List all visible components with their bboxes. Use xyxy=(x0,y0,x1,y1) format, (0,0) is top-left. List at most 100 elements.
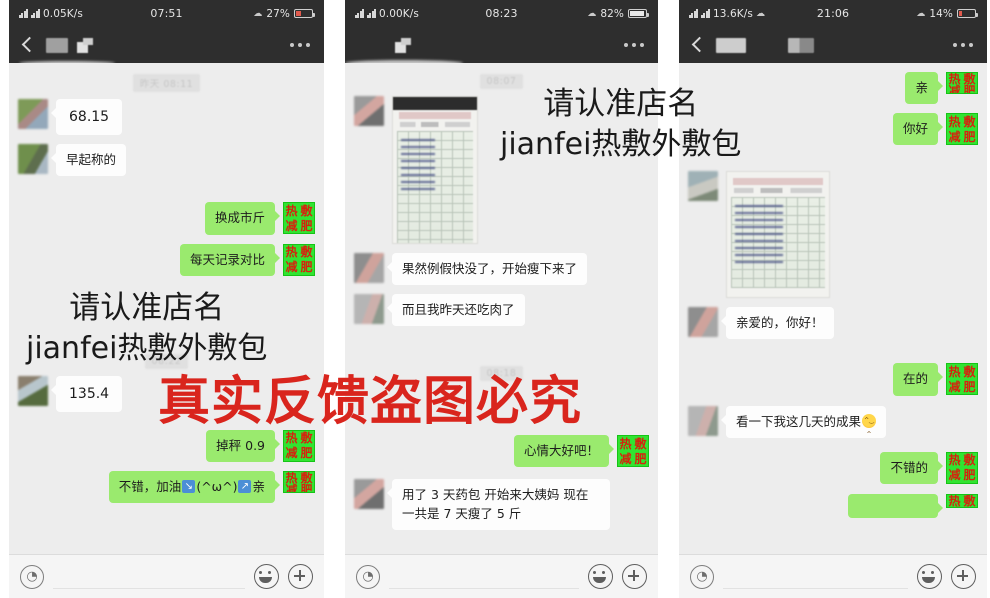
badge-char: 敷 xyxy=(963,453,976,468)
avatar[interactable] xyxy=(354,96,384,126)
bubble-text-middle: (^ω^) xyxy=(196,479,238,495)
avatar-shop-badge[interactable]: 热 敷 减 肥 xyxy=(283,202,315,235)
battery-percent-label: 14% xyxy=(929,7,953,20)
avatar-shop-badge[interactable]: 热 敷 减 肥 xyxy=(283,243,315,276)
message-input-field[interactable] xyxy=(389,564,579,589)
avatar-shop-badge[interactable]: 热 敷 减 肥 xyxy=(946,451,978,484)
message-row: 掉秤 0.9 热 敷 减 肥 xyxy=(18,429,315,463)
add-attachment-icon[interactable] xyxy=(622,564,647,589)
photo-table-grid xyxy=(397,131,473,243)
avatar-shop-badge[interactable]: 热 敷 减 肥 xyxy=(946,113,978,146)
status-bar: 0.05K/s 07:51 ☁ 27% xyxy=(9,0,324,27)
badge-char: 敷 xyxy=(963,114,976,129)
message-bubble[interactable]: 早起称的 xyxy=(50,144,127,177)
avatar-shop-badge[interactable]: 热 敷 减 肥 xyxy=(946,72,978,94)
back-chevron-icon[interactable] xyxy=(21,36,34,54)
message-bubble[interactable]: 亲 xyxy=(905,72,943,105)
avatar-shop-badge[interactable]: 热 敷 减 肥 xyxy=(946,363,978,396)
message-input-bar: ◔ xyxy=(345,554,658,598)
message-bubble[interactable]: 换成市斤 xyxy=(204,202,281,235)
message-row: 135.4 xyxy=(18,375,315,412)
badge-char: 肥 xyxy=(963,84,976,94)
more-options-icon[interactable] xyxy=(953,43,973,47)
message-list[interactable]: 昨天 08:11 68.15 早起称的 换成市斤 热 敷 减 肥 每天记录对比 xyxy=(9,63,324,598)
badge-char: 敷 xyxy=(300,203,313,218)
message-input-field[interactable] xyxy=(53,564,245,589)
badge-char: 减 xyxy=(619,451,632,466)
signal-bars-icon xyxy=(355,9,364,18)
panel-left-edge xyxy=(336,0,345,598)
group-badge-icon xyxy=(77,37,93,53)
message-bubble[interactable]: 掉秤 0.9 xyxy=(206,429,280,463)
panel-right-edge xyxy=(324,0,333,598)
message-bubble[interactable]: 用了 3 天药包 开始来大姨妈 现在一共是 7 天瘦了 5 斤 xyxy=(387,479,610,530)
avatar[interactable] xyxy=(354,294,384,325)
image-message[interactable] xyxy=(392,96,478,244)
avatar-shop-badge[interactable]: 热 敷 减 肥 xyxy=(617,435,649,468)
battery-percent-label: 27% xyxy=(266,7,290,20)
avatar[interactable] xyxy=(688,307,718,338)
emoji-picker-icon[interactable] xyxy=(254,564,279,589)
message-bubble[interactable] xyxy=(848,493,943,518)
message-bubble[interactable]: 在的 xyxy=(892,363,944,396)
avatar-shop-badge[interactable]: 热 敷 减 肥 xyxy=(283,429,315,462)
badge-char: 热 xyxy=(948,114,961,129)
avatar-shop-badge[interactable]: 热 敷 减 肥 xyxy=(283,471,315,494)
network-speed-label: 13.6K/s xyxy=(713,7,753,20)
avatar[interactable] xyxy=(354,253,384,283)
badge-char: 热 xyxy=(948,364,961,379)
voice-record-icon[interactable]: ◔ xyxy=(20,564,44,589)
avatar[interactable] xyxy=(688,405,718,436)
avatar-shop-badge[interactable]: 热 敷 减 肥 xyxy=(946,493,978,508)
badge-char: 敷 xyxy=(963,493,976,508)
status-right-group: ☁ 27% xyxy=(253,7,315,20)
chat-screenshot-panel-3: 13.6K/s ☁ 21:06 ☁ 14% 亲 热 敷 减 肥 你好 热 敷 减… xyxy=(670,0,990,598)
message-bubble[interactable]: 68.15 xyxy=(50,99,123,136)
badge-char: 敷 xyxy=(300,245,313,260)
chat-screenshot-panel-1: 0.05K/s 07:51 ☁ 27% 昨天 08:11 68.15 早起称的 … xyxy=(0,0,333,598)
message-row: 热 敷 减 肥 xyxy=(688,493,978,518)
message-input-bar: ◔ xyxy=(9,554,324,598)
voice-record-icon[interactable]: ◔ xyxy=(356,564,380,589)
add-attachment-icon[interactable] xyxy=(288,564,313,589)
avatar[interactable] xyxy=(18,99,48,129)
more-options-icon[interactable] xyxy=(290,43,310,47)
message-row: 而且我昨天还吃肉了 xyxy=(354,294,649,327)
emoji-picker-icon[interactable] xyxy=(588,564,613,589)
message-list[interactable]: 亲 热 敷 减 肥 你好 热 敷 减 肥 亲爱的，你好！ 在的 热 敷 减 肥 … xyxy=(679,63,987,598)
message-bubble[interactable]: 亲爱的，你好！ xyxy=(721,307,834,340)
voice-record-icon[interactable]: ◔ xyxy=(690,564,714,589)
message-bubble[interactable]: 你好 xyxy=(892,113,944,146)
emoji-picker-icon[interactable] xyxy=(917,564,942,589)
timestamp-divider: 昨天 08:11 xyxy=(132,74,201,92)
message-list[interactable]: 08:07 果然例假快没了，开始瘦下来了 而且我昨天还吃肉了 08:18 心情大… xyxy=(345,63,658,598)
message-row: 用了 3 天药包 开始来大姨妈 现在一共是 7 天瘦了 5 斤 xyxy=(354,479,649,530)
badge-char: 热 xyxy=(619,436,632,451)
badge-char: 敷 xyxy=(634,436,647,451)
image-message[interactable] xyxy=(726,171,830,299)
message-bubble[interactable]: 不错的 xyxy=(880,451,943,484)
avatar[interactable] xyxy=(18,144,48,175)
message-bubble[interactable]: 果然例假快没了，开始瘦下来了 xyxy=(386,253,588,286)
badge-char: 减 xyxy=(948,129,961,144)
wifi-icon: ☁ xyxy=(587,8,597,19)
add-attachment-icon[interactable] xyxy=(951,564,976,589)
message-input-field[interactable] xyxy=(723,564,908,589)
badge-char: 减 xyxy=(948,379,961,394)
message-bubble[interactable]: 每天记录对比 xyxy=(179,243,281,276)
message-bubble[interactable]: 不错，加油 (^ω^) 亲 xyxy=(108,471,281,504)
message-bubble[interactable]: 心情大好吧！ xyxy=(513,435,615,468)
avatar[interactable] xyxy=(18,375,48,406)
avatar[interactable] xyxy=(688,171,718,202)
message-bubble[interactable]: 135.4 xyxy=(50,375,123,412)
timestamp-divider: 08:18 xyxy=(479,366,524,382)
status-left-group: 13.6K/s ☁ xyxy=(689,8,765,20)
message-bubble[interactable]: 看一下我这几天的成果 xyxy=(720,405,887,438)
more-options-icon[interactable] xyxy=(624,43,644,47)
contact-name-blurred xyxy=(46,37,68,53)
message-bubble[interactable]: 而且我昨天还吃肉了 xyxy=(387,294,525,327)
back-chevron-icon[interactable] xyxy=(691,36,704,54)
battery-percent-label: 82% xyxy=(600,7,624,20)
avatar[interactable] xyxy=(354,479,384,510)
badge-char: 肥 xyxy=(963,468,976,483)
